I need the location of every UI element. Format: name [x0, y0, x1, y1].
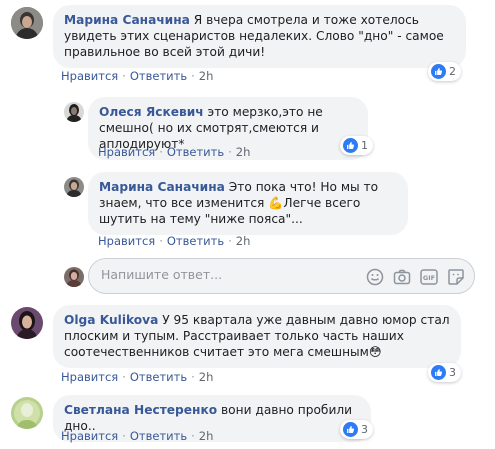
reply-comment: Олеся Яскевич это мерзко,это не смешно( … — [0, 95, 495, 165]
reply-link[interactable]: Ответить — [130, 370, 187, 384]
reply-link[interactable]: Ответить — [167, 145, 224, 159]
comment-author[interactable]: Марина Саначина — [99, 180, 225, 194]
current-user-avatar — [64, 267, 84, 287]
comment-author[interactable]: Марина Саначина — [64, 13, 190, 27]
avatar-photo — [64, 267, 84, 287]
avatar-photo — [11, 307, 43, 339]
camera-icon[interactable] — [393, 268, 411, 286]
reply-input[interactable] — [101, 267, 351, 282]
timestamp[interactable]: 2h — [236, 145, 251, 159]
comment-actions: Нравится · Ответить · 2h — [61, 370, 214, 384]
reply-link[interactable]: Ответить — [130, 429, 187, 443]
timestamp[interactable]: 2h — [199, 69, 214, 83]
comment-bubble: Марина Саначина Я вчера смотрела и тоже … — [53, 5, 466, 68]
comment-author[interactable]: Olga Kulikova — [64, 313, 158, 327]
like-icon — [343, 422, 358, 437]
comment: Марина Саначина Я вчера смотрела и тоже … — [0, 0, 495, 90]
like-link[interactable]: Нравится — [61, 429, 118, 443]
reactions-count[interactable]: 1 — [340, 136, 373, 155]
comment-bubble: Olga Kulikova У 95 квартала уже давным д… — [53, 305, 461, 368]
like-link[interactable]: Нравится — [98, 145, 155, 159]
timestamp[interactable]: 2h — [236, 234, 251, 248]
emoji-icon[interactable] — [366, 268, 384, 286]
avatar[interactable] — [64, 177, 84, 197]
reply-comment: Марина Саначина Это пока что! Но мы то з… — [0, 170, 495, 255]
avatar-photo — [64, 177, 84, 197]
like-link[interactable]: Нравится — [61, 370, 118, 384]
avatar[interactable] — [11, 7, 43, 39]
reply-link[interactable]: Ответить — [130, 69, 187, 83]
like-link[interactable]: Нравится — [98, 234, 155, 248]
like-icon — [343, 138, 358, 153]
comment-actions: Нравится · Ответить · 2h — [61, 429, 214, 443]
comment-actions: Нравится · Ответить · 2h — [61, 69, 214, 83]
reply-link[interactable]: Ответить — [167, 234, 224, 248]
avatar[interactable] — [11, 307, 43, 339]
reactions-number: 3 — [449, 366, 456, 379]
comment-actions: Нравится · Ответить · 2h — [98, 234, 251, 248]
avatar-photo — [11, 7, 43, 39]
like-icon — [431, 365, 446, 380]
reactions-count[interactable]: 3 — [340, 420, 373, 439]
timestamp[interactable]: 2h — [199, 370, 214, 384]
reactions-number: 3 — [361, 423, 368, 436]
flushed-face-emoji: 😳 — [368, 345, 382, 359]
reply-composer: GIF — [88, 258, 475, 294]
comment-author[interactable]: Светлана Нестеренко — [64, 403, 217, 417]
svg-text:GIF: GIF — [423, 274, 435, 282]
avatar[interactable] — [11, 397, 43, 429]
reactions-number: 2 — [449, 65, 456, 78]
gif-icon[interactable]: GIF — [420, 268, 438, 286]
reactions-count[interactable]: 2 — [428, 62, 461, 81]
avatar[interactable] — [64, 102, 84, 122]
comment-author[interactable]: Олеся Яскевич — [99, 105, 204, 119]
comment-actions: Нравится · Ответить · 2h — [98, 145, 251, 159]
avatar-photo — [64, 102, 84, 122]
like-link[interactable]: Нравится — [61, 69, 118, 83]
flexed-biceps-emoji: 💪 — [268, 196, 284, 210]
like-icon — [431, 64, 446, 79]
avatar-photo — [11, 397, 43, 429]
comment-bubble: Марина Саначина Это пока что! Но мы то з… — [88, 172, 408, 235]
reactions-number: 1 — [361, 139, 368, 152]
sticker-icon[interactable] — [447, 268, 465, 286]
timestamp[interactable]: 2h — [199, 429, 214, 443]
reactions-count[interactable]: 3 — [428, 363, 461, 382]
comment: Olga Kulikova У 95 квартала уже давным д… — [0, 300, 495, 390]
comment: Светлана Нестеренко вони давно пробили д… — [0, 392, 495, 449]
